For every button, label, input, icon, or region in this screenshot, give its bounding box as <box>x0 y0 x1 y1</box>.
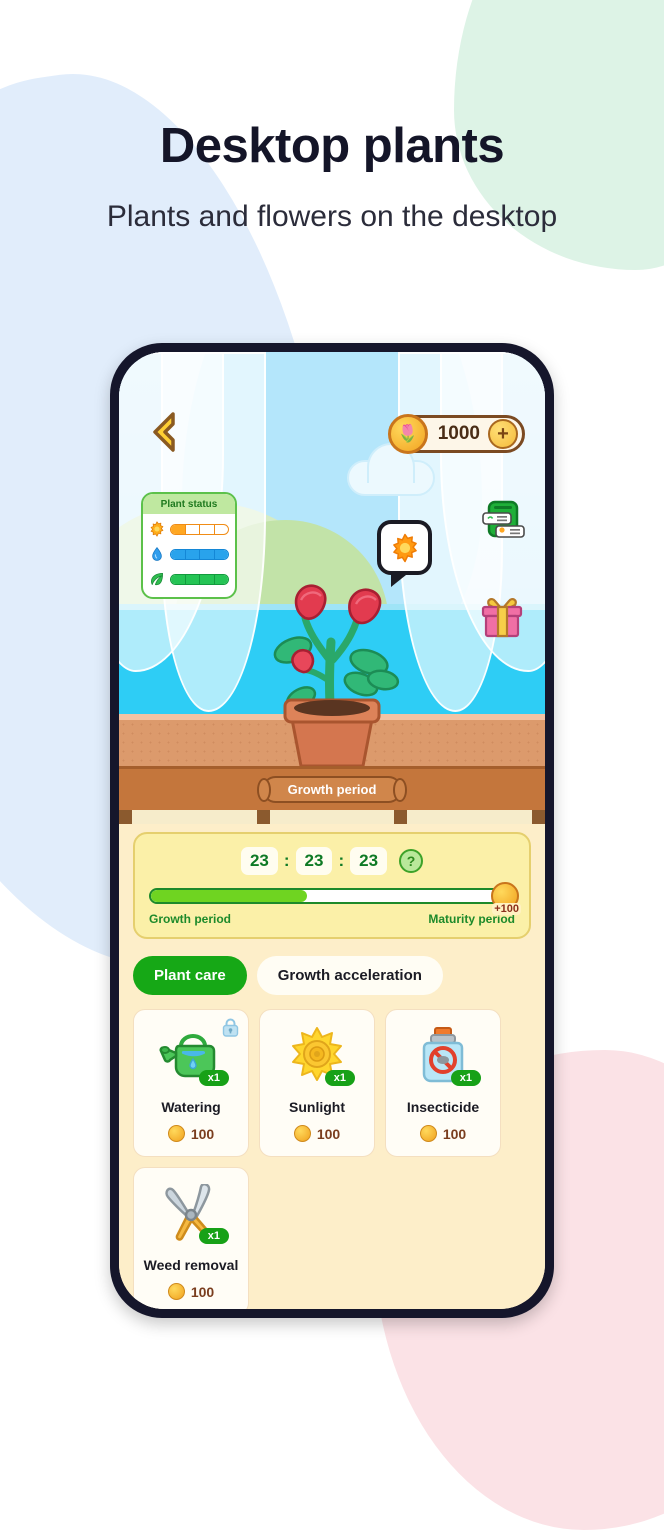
item-quantity: x1 <box>198 1070 229 1086</box>
item-card-watering[interactable]: x1 Watering 100 <box>133 1009 249 1157</box>
status-row-nutrition <box>149 571 229 587</box>
leaf-icon <box>151 573 163 586</box>
timer-sep: : <box>283 851 290 870</box>
game-scene: 🌷 1000 + Plant status <box>119 352 545 766</box>
item-price: 100 <box>293 1125 341 1142</box>
page-header: Desktop plants Plants and flowers on the… <box>0 0 664 234</box>
item-quantity: x1 <box>198 1228 229 1244</box>
water-drop-icon <box>152 546 162 561</box>
item-price: 100 <box>167 1283 215 1300</box>
growth-progress-labels: Growth period Maturity period <box>149 912 515 926</box>
status-row-sunlight <box>149 521 229 537</box>
item-quantity: x1 <box>324 1070 355 1086</box>
item-price-value: 100 <box>190 1125 215 1142</box>
item-price-value: 100 <box>316 1125 341 1142</box>
watering-can-icon: x1 <box>159 1026 229 1086</box>
growth-progress-bar[interactable] <box>149 888 515 904</box>
item-price-value: 100 <box>442 1125 467 1142</box>
sun-icon <box>150 521 164 537</box>
shop-content-panel: 23 : 23 : 23 ? +100 Growth period Maturi… <box>119 824 545 1309</box>
phone-screen: 🌷 1000 + Plant status Growth period 23:… <box>119 352 545 1309</box>
plant-status-panel: Plant status <box>141 492 237 599</box>
timer-minutes: 23 <box>295 847 333 875</box>
growth-timer: 23 : 23 : 23 ? <box>149 847 515 875</box>
water-bar <box>170 548 229 560</box>
shelf-post <box>394 810 408 824</box>
gift-icon[interactable] <box>479 596 525 638</box>
item-name: Watering <box>161 1099 221 1115</box>
coin-balance-bar[interactable]: 🌷 1000 + <box>387 414 525 454</box>
item-grid: x1 Watering 100 x1 Sunlight 100 x1 Insec… <box>133 1009 531 1309</box>
item-quantity: x1 <box>450 1070 481 1086</box>
page-title: Desktop plants <box>159 119 505 173</box>
item-name: Insecticide <box>406 1099 480 1115</box>
sun-icon: x1 <box>285 1026 355 1086</box>
growth-progress-card: 23 : 23 : 23 ? +100 Growth period Maturi… <box>133 832 531 939</box>
nutrition-bar <box>170 573 229 585</box>
insecticide-icon: x1 <box>411 1026 481 1086</box>
tab-plant-care[interactable]: Plant care <box>133 956 247 995</box>
shelf-post <box>532 810 545 824</box>
plant-status-title: Plant status <box>143 494 235 514</box>
coin-amount: 1000 <box>437 423 480 444</box>
help-icon[interactable]: ? <box>399 849 424 873</box>
item-price-value: 100 <box>190 1283 215 1300</box>
pruning-shears-icon: x1 <box>159 1182 229 1244</box>
shop-tabs: Plant care Growth acceleration <box>133 956 531 995</box>
timer-seconds: 23 <box>350 847 388 875</box>
lock-icon <box>222 1018 239 1037</box>
timer-hours: 23 <box>240 847 278 875</box>
item-name: Weed removal <box>143 1257 239 1273</box>
item-card-weed-removal[interactable]: x1 Weed removal 100 <box>133 1167 249 1309</box>
reward-amount: +100 <box>492 903 521 915</box>
coin-add-button[interactable]: + <box>488 419 518 449</box>
coin-icon: 🌷 <box>387 414 428 454</box>
item-name: Sunlight <box>289 1099 345 1115</box>
cloud-shape <box>347 443 435 496</box>
growth-progress-wrap: +100 <box>149 882 521 915</box>
item-price: 100 <box>167 1125 215 1142</box>
item-card-sunlight[interactable]: x1 Sunlight 100 <box>259 1009 375 1157</box>
sunlight-bar <box>170 523 229 535</box>
coin-icon <box>167 1283 185 1300</box>
status-row-water <box>149 546 229 562</box>
item-price: 100 <box>419 1125 467 1142</box>
tab-growth-acceleration[interactable]: Growth acceleration <box>256 956 443 995</box>
page-subtitle: Plants and flowers on the desktop <box>106 200 558 233</box>
task-list-icon[interactable] <box>481 500 529 544</box>
growth-period-signbar: Growth period <box>119 766 545 810</box>
sunlight-hint-bubble[interactable] <box>377 520 432 587</box>
back-chevron-icon[interactable] <box>147 410 181 454</box>
growth-progress-fill <box>151 890 307 902</box>
plant-status-bars <box>143 514 235 597</box>
coin-icon <box>419 1125 437 1142</box>
phone-mockup: 🌷 1000 + Plant status Growth period 23:… <box>110 343 554 1318</box>
item-card-insecticide[interactable]: x1 Insecticide 100 <box>385 1009 501 1157</box>
shelf-post <box>256 810 270 824</box>
timer-sep: : <box>338 851 345 870</box>
growth-stage-label: Growth period <box>149 912 231 926</box>
shelf-posts <box>119 810 545 824</box>
shelf-post <box>119 810 132 824</box>
coin-icon <box>293 1125 311 1142</box>
growth-period-sign[interactable]: Growth period <box>261 776 403 803</box>
sun-icon <box>392 533 417 562</box>
coin-icon <box>167 1125 185 1142</box>
